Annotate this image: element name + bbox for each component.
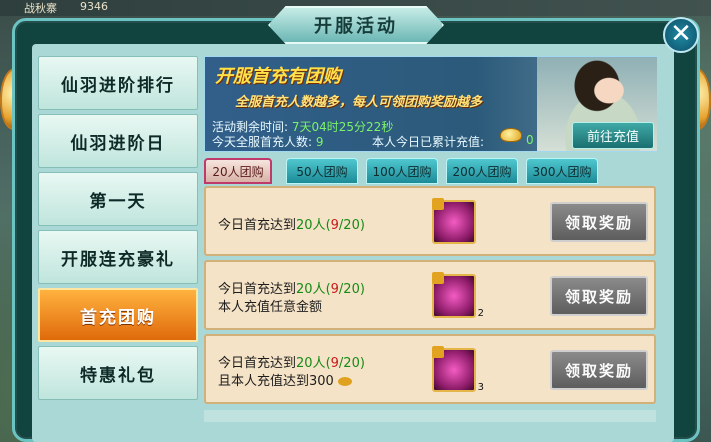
panel-bottom-edge: [204, 410, 656, 422]
lock-icon: [432, 198, 444, 210]
personal-value: 0: [526, 133, 534, 147]
condition-prefix: 今日首充达到: [218, 218, 297, 233]
tab-50-group[interactable]: 50人团购: [286, 158, 358, 184]
sidebar-item-xianyu-rank[interactable]: 仙羽进阶排行: [38, 56, 198, 110]
extra-condition-text: 且本人充值达到300: [218, 374, 334, 389]
condition-target: 20人: [296, 282, 326, 297]
tab-100-group[interactable]: 100人团购: [366, 158, 438, 184]
sidebar-item-consecutive-recharge[interactable]: 开服连充豪礼: [38, 230, 198, 284]
server-first-value: 9: [315, 135, 324, 149]
reward-row: 今日首充达到20人(9/20) 本人充值任意金额 2 领取奖励: [204, 260, 656, 330]
reward-condition: 今日首充达到20人(9/20): [218, 352, 365, 371]
claim-reward-button[interactable]: 领取奖励: [550, 276, 648, 316]
activity-sidebar: 仙羽进阶排行 仙羽进阶日 第一天 开服连充豪礼 首充团购 特惠礼包: [38, 56, 198, 420]
window-title-plaque: 开服活动: [268, 6, 444, 44]
top-number: 9346: [80, 0, 108, 13]
gold-ingot-icon: [500, 128, 522, 142]
reward-condition: 今日首充达到20人(9/20): [218, 278, 365, 297]
gift-icon[interactable]: [432, 198, 476, 244]
condition-target: 20人: [296, 356, 326, 371]
lock-icon: [432, 346, 444, 358]
sidebar-item-day-one[interactable]: 第一天: [38, 172, 198, 226]
close-button[interactable]: ✕: [663, 17, 699, 53]
claim-reward-button[interactable]: 领取奖励: [550, 350, 648, 390]
banner-subline: 全服首充人数越多，每人可领团购奖励越多: [235, 95, 483, 110]
window-title: 开服活动: [314, 16, 398, 37]
server-first-label: 今天全服首充人数:: [212, 135, 313, 149]
personal-label: 本人今日已累计充值:: [372, 135, 485, 149]
sidebar-item-first-recharge-group[interactable]: 首充团购: [38, 288, 198, 342]
tab-200-group[interactable]: 200人团购: [446, 158, 518, 184]
condition-prefix: 今日首充达到: [218, 356, 297, 371]
reward-extra-condition: 且本人充值达到300: [218, 370, 352, 389]
banner-headline: 开服首充有团购: [215, 66, 341, 87]
personal-recharge: 本人今日已累计充值:: [372, 133, 484, 150]
condition-prefix: 今日首充达到: [218, 282, 297, 297]
gift-icon[interactable]: 2: [432, 272, 484, 319]
rank-label: 战秋寨: [24, 2, 57, 15]
sidebar-item-xianyu-day[interactable]: 仙羽进阶日: [38, 114, 198, 168]
condition-total: /20): [338, 218, 365, 233]
reward-row: 今日首充达到20人(9/20) 且本人充值达到300 3 领取奖励: [204, 334, 656, 404]
condition-current: 9: [330, 282, 339, 297]
personal-value-wrap: 0: [526, 133, 534, 147]
claim-reward-button[interactable]: 领取奖励: [550, 202, 648, 242]
gift-count: 2: [477, 308, 484, 319]
condition-current: 9: [330, 356, 339, 371]
reward-extra-condition: 本人充值任意金额: [218, 300, 323, 315]
condition-total: /20): [338, 356, 365, 371]
condition-total: /20): [338, 282, 365, 297]
remaining-value: 7天04时25分22秒: [291, 120, 394, 134]
condition-current: 9: [330, 218, 339, 233]
reward-row: 今日首充达到20人(9/20) 领取奖励: [204, 186, 656, 256]
go-recharge-button[interactable]: 前往充值: [572, 122, 654, 149]
gift-count: 3: [477, 382, 484, 393]
condition-target: 20人: [296, 218, 326, 233]
tab-300-group[interactable]: 300人团购: [526, 158, 598, 184]
tab-20-group[interactable]: 20人团购: [204, 158, 272, 184]
gift-icon[interactable]: 3: [432, 346, 484, 393]
lock-icon: [432, 272, 444, 284]
server-first-count: 今天全服首充人数: 9: [212, 133, 324, 150]
sidebar-item-special-pack[interactable]: 特惠礼包: [38, 346, 198, 400]
gold-ingot-icon: [337, 377, 352, 386]
remaining-label: 活动剩余时间:: [212, 120, 289, 134]
reward-condition: 今日首充达到20人(9/20): [218, 214, 365, 233]
